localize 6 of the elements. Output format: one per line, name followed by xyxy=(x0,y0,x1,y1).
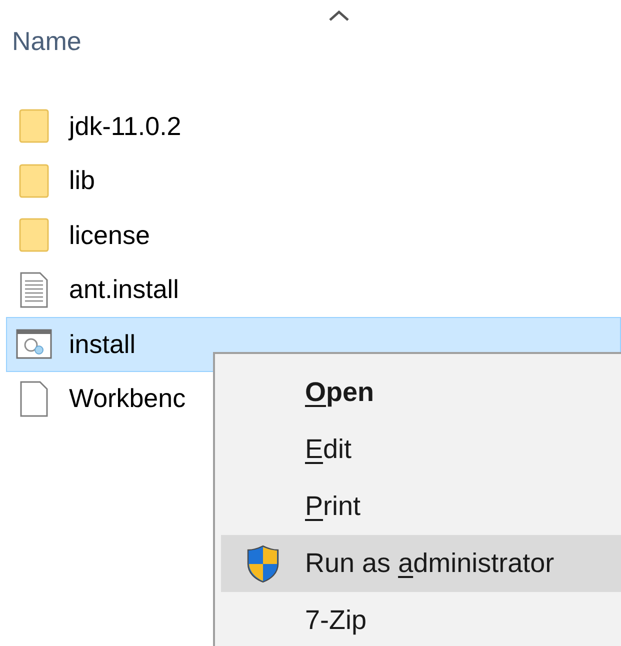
file-name: install xyxy=(69,328,136,361)
file-name: Workbenc xyxy=(69,382,186,416)
file-name: jdk-11.0.2 xyxy=(69,110,182,143)
file-name: lib xyxy=(69,164,96,198)
file-name: license xyxy=(69,218,150,252)
file-name: ant.install xyxy=(69,273,179,306)
